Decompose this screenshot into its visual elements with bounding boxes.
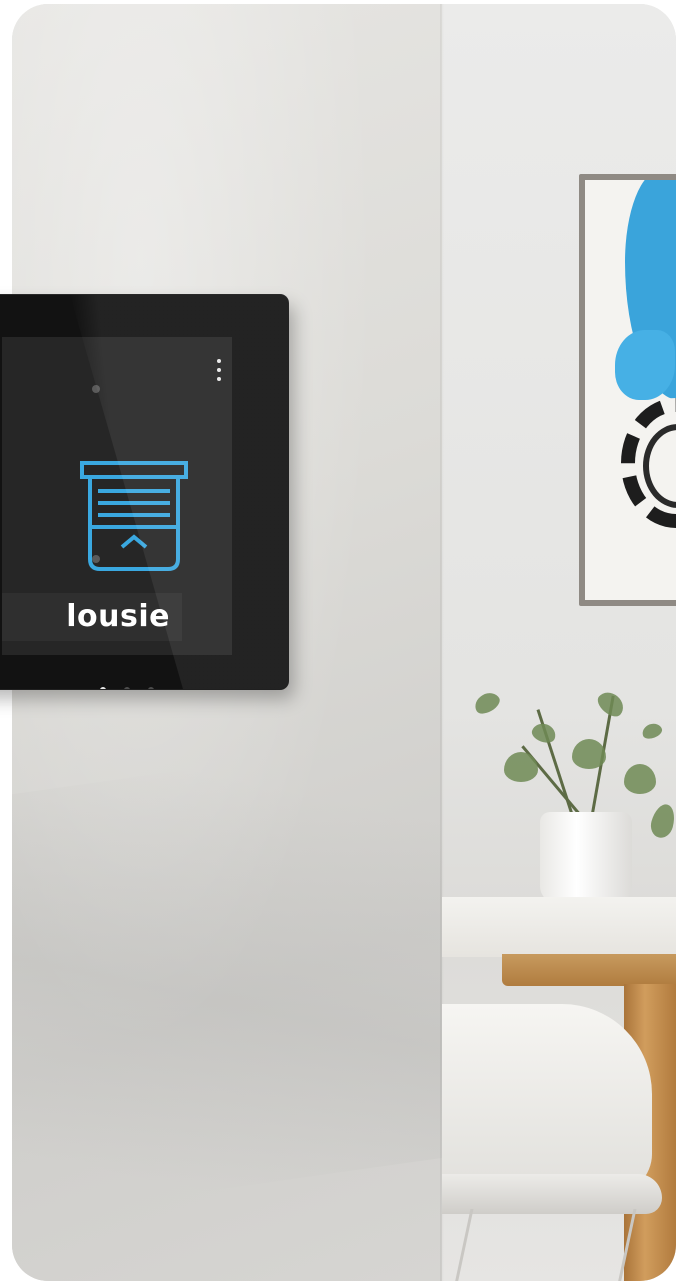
- table-edge: [502, 954, 676, 986]
- chair-seat: [442, 1174, 662, 1214]
- page-dot[interactable]: [148, 687, 154, 689]
- artwork-canvas: [585, 180, 676, 600]
- page-dot[interactable]: [124, 687, 130, 689]
- vase: [540, 812, 632, 904]
- page-indicator: [100, 687, 154, 689]
- device-name-label: lousie: [2, 593, 182, 641]
- table-top: [442, 897, 676, 957]
- artwork-blue-shape: [615, 330, 675, 400]
- framed-artwork: [579, 174, 676, 606]
- page-dot-active[interactable]: [100, 687, 106, 689]
- chair-back: [442, 1004, 652, 1194]
- smart-home-panel: lousie: [0, 295, 288, 689]
- chair-legs: [453, 1209, 637, 1281]
